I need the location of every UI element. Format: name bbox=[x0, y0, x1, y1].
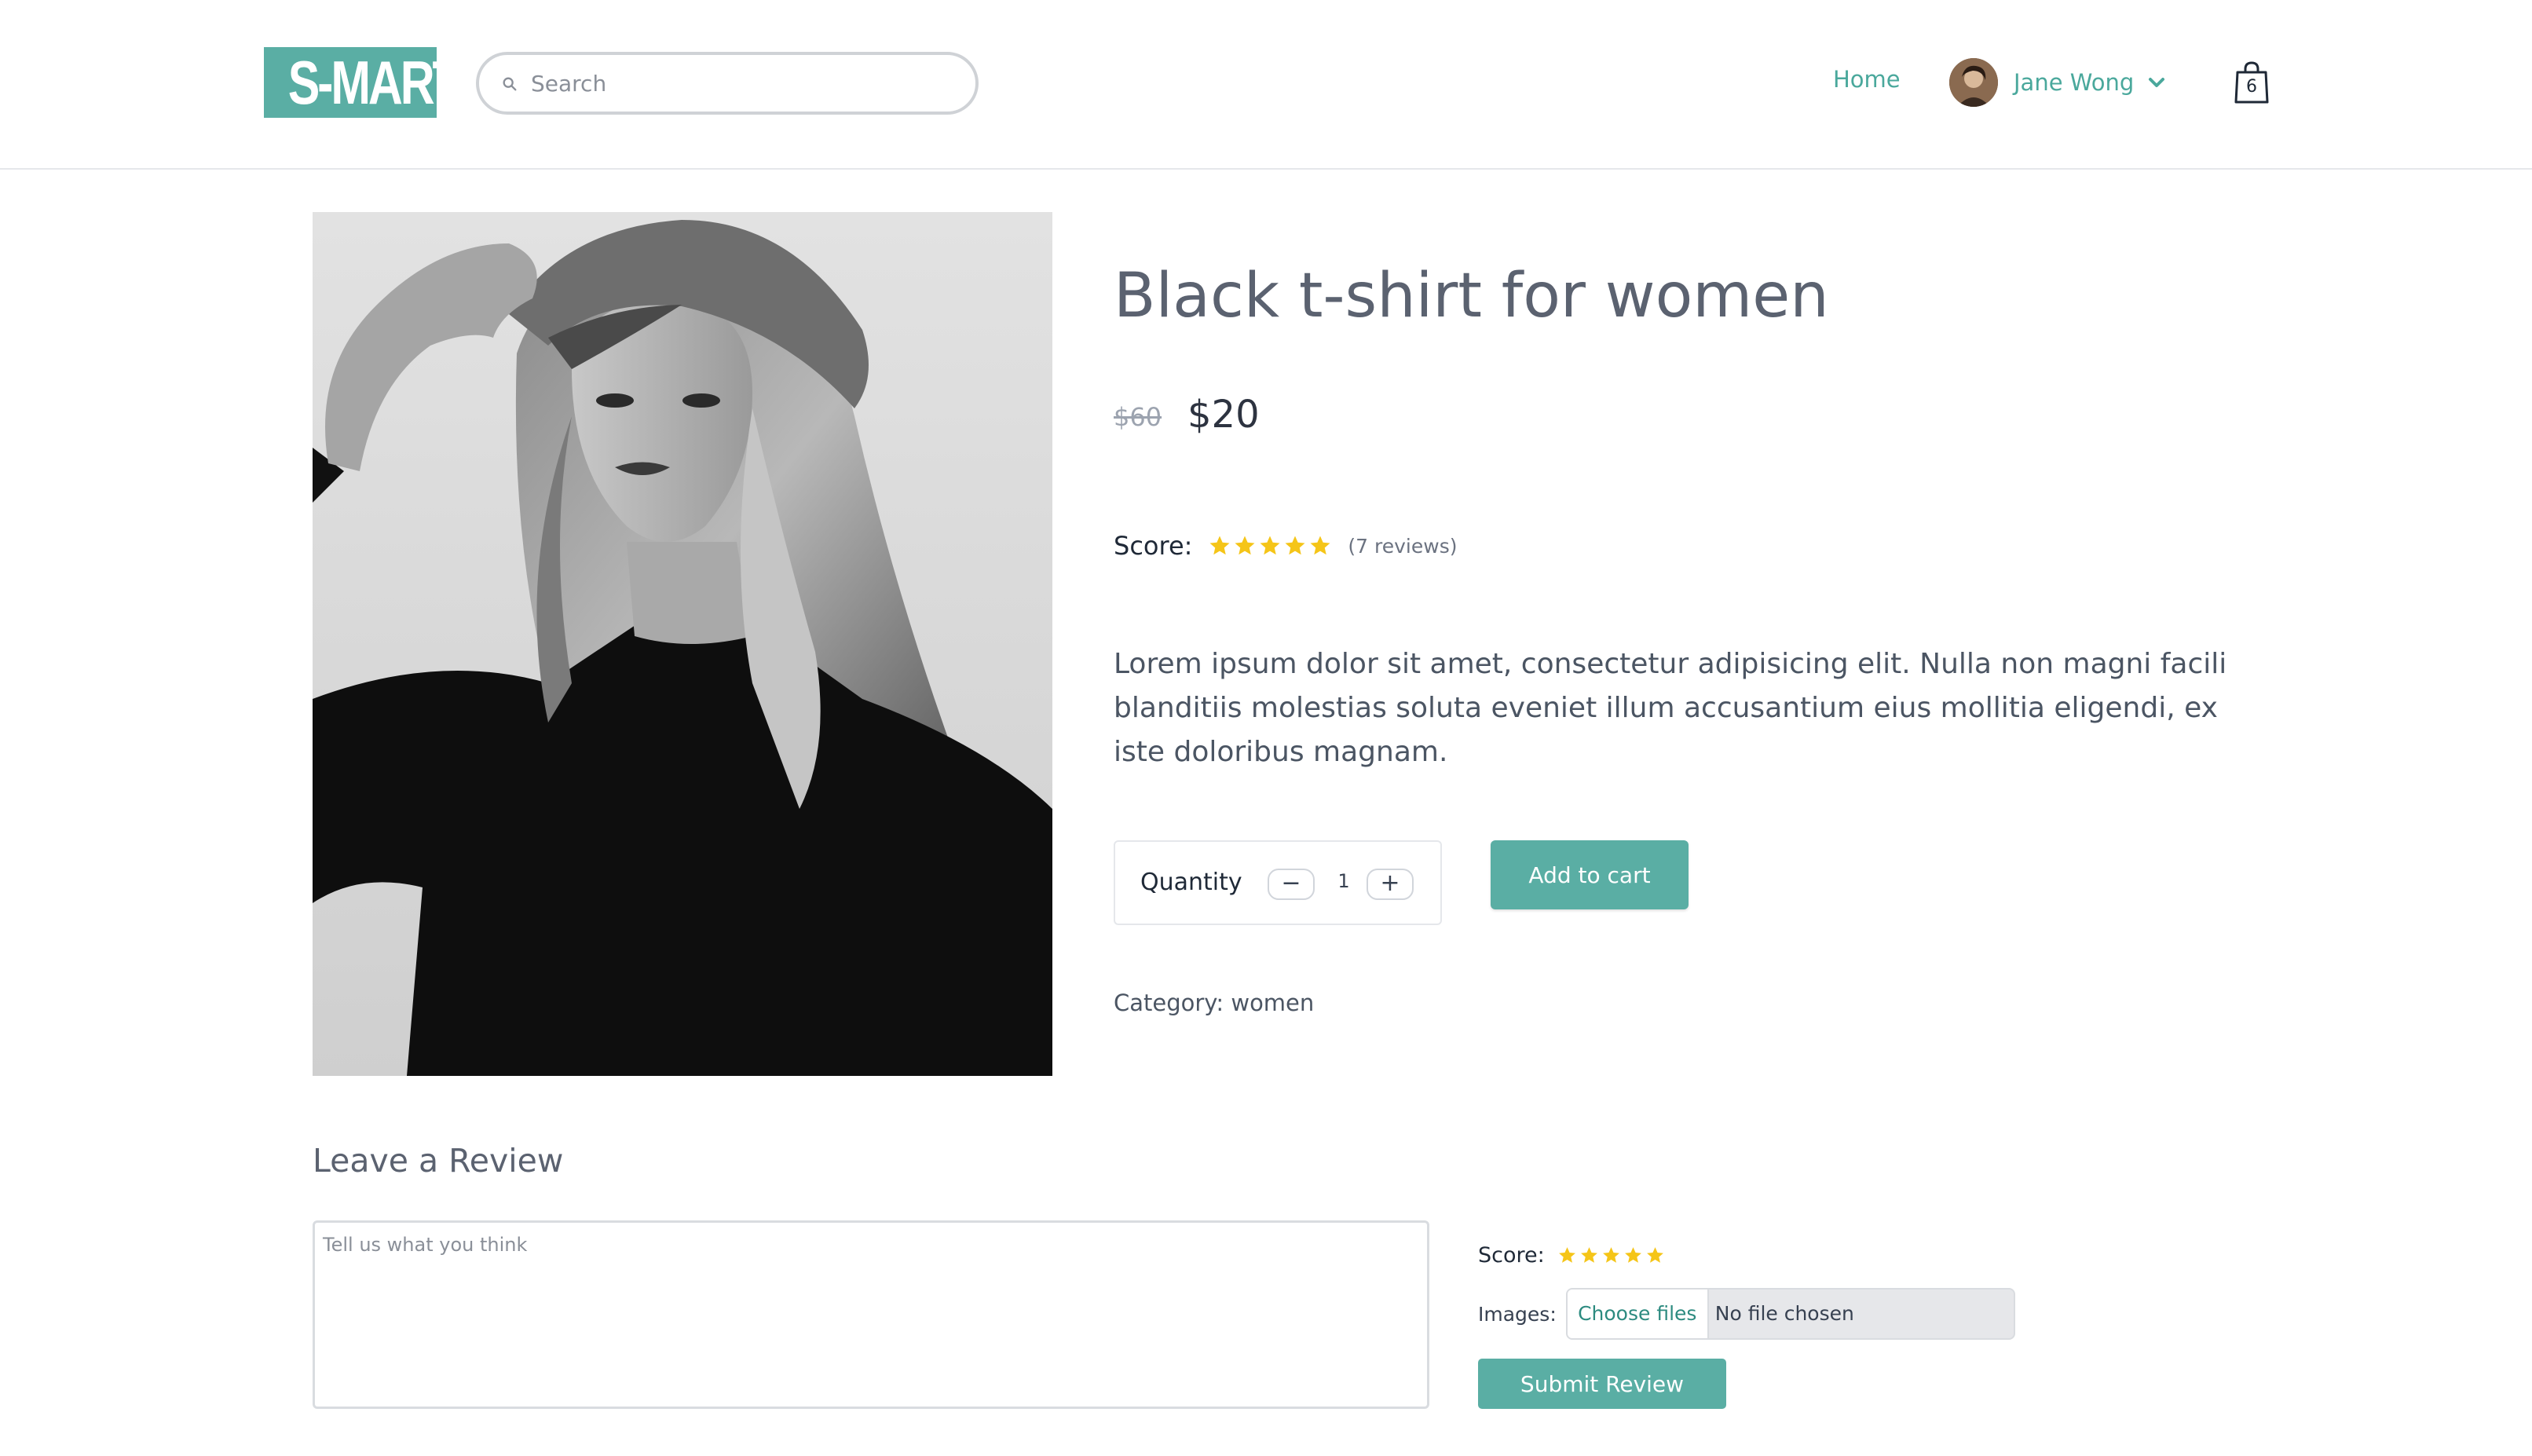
review-heading: Leave a Review bbox=[313, 1142, 564, 1180]
site-logo[interactable]: S-MART bbox=[264, 47, 462, 118]
rating-stars bbox=[1208, 534, 1334, 558]
star-icon bbox=[1285, 536, 1305, 555]
score-label: Score: bbox=[1114, 531, 1193, 561]
choose-files-button[interactable]: Choose files bbox=[1567, 1290, 1709, 1338]
star-icon[interactable] bbox=[1557, 1246, 1577, 1265]
quantity-value: 1 bbox=[1337, 870, 1350, 892]
user-avatar bbox=[1949, 58, 1998, 107]
quantity-stepper: Quantity − 1 + bbox=[1114, 840, 1442, 925]
original-price: $60 bbox=[1114, 402, 1162, 432]
product-description: Lorem ipsum dolor sit amet, consectetur … bbox=[1114, 648, 2227, 768]
add-to-cart-button[interactable]: Add to cart bbox=[1491, 840, 1689, 909]
product-category: Category: women bbox=[1114, 990, 1315, 1016]
product-image bbox=[313, 212, 1052, 1076]
star-icon bbox=[1209, 536, 1230, 555]
product-rating: Score: (7 reviews) bbox=[1114, 526, 1457, 565]
user-name: Jane Wong bbox=[2014, 69, 2135, 96]
product-title: Black t-shirt for women bbox=[1114, 261, 1829, 331]
search-input[interactable] bbox=[531, 55, 955, 112]
star-icon bbox=[1310, 536, 1330, 555]
file-status: No file chosen bbox=[1714, 1302, 1854, 1325]
star-icon[interactable] bbox=[1579, 1246, 1599, 1265]
file-input[interactable]: Choose files No file chosen bbox=[1565, 1288, 2015, 1340]
user-menu[interactable]: Jane Wong bbox=[1949, 57, 2165, 108]
star-icon[interactable] bbox=[1623, 1246, 1643, 1265]
search-bar bbox=[476, 52, 979, 115]
reviews-count[interactable]: (7 reviews) bbox=[1348, 535, 1457, 558]
star-icon[interactable] bbox=[1645, 1246, 1665, 1265]
images-label: Images: bbox=[1478, 1302, 1557, 1326]
quantity-decrease-button[interactable]: − bbox=[1268, 869, 1315, 900]
review-rating-stars bbox=[1557, 1246, 1667, 1265]
chevron-down-icon bbox=[2149, 78, 2165, 87]
shopping-bag-icon[interactable]: 6 bbox=[2234, 60, 2270, 105]
review-textarea[interactable] bbox=[313, 1220, 1429, 1409]
star-icon bbox=[1235, 536, 1255, 555]
quantity-increase-button[interactable]: + bbox=[1367, 869, 1414, 900]
nav-home-link[interactable]: Home bbox=[1833, 66, 1901, 93]
star-icon[interactable] bbox=[1601, 1246, 1621, 1265]
review-images-upload: Images: Choose files No file chosen bbox=[1478, 1288, 2015, 1340]
submit-review-button[interactable]: Submit Review bbox=[1478, 1359, 1726, 1409]
sale-price: $20 bbox=[1187, 393, 1260, 437]
search-icon bbox=[503, 77, 517, 91]
review-score-label: Score: bbox=[1478, 1242, 1545, 1268]
top-navbar: S-MART Home Jane Wong 6 bbox=[0, 0, 2532, 170]
review-score-picker: Score: bbox=[1478, 1239, 1667, 1271]
quantity-label: Quantity bbox=[1140, 869, 1242, 896]
cart-count-badge: 6 bbox=[2246, 77, 2257, 97]
star-icon bbox=[1260, 536, 1280, 555]
